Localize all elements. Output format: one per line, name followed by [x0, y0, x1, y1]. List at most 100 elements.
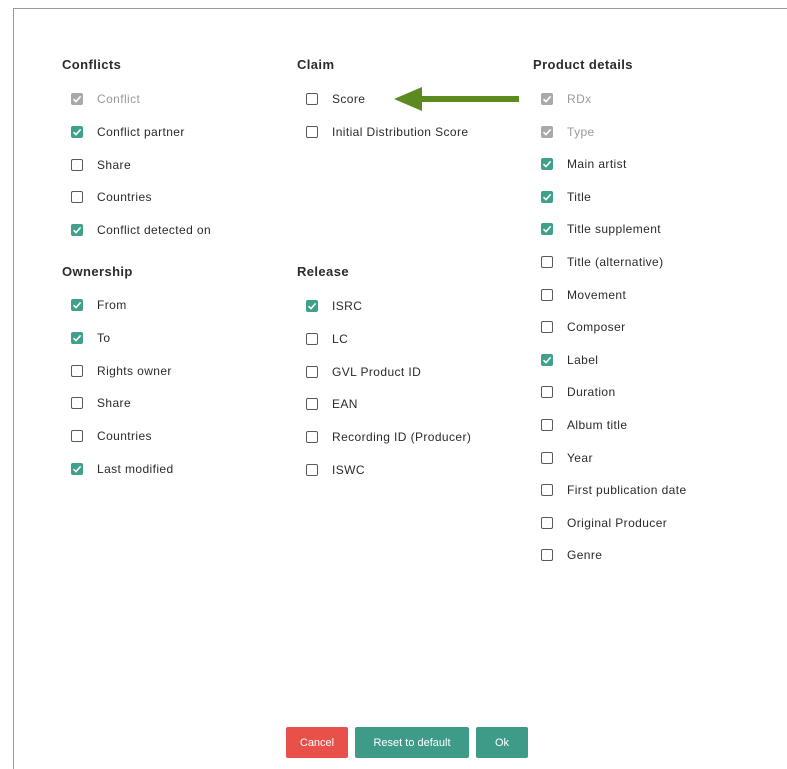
checkbox-row-conflicts-conflict-partner[interactable]: Conflict partner [71, 123, 185, 141]
checkbox-label: First publication date [567, 483, 687, 498]
checkbox-row-release-lc[interactable]: LC [306, 330, 348, 348]
checkbox-label: GVL Product ID [332, 364, 422, 379]
checkbox-label: Album title [567, 418, 628, 432]
checkbox-label: Label [567, 352, 599, 367]
checkbox-label: Main artist [567, 157, 627, 172]
checkbox-row-release-recording-id-producer[interactable]: Recording ID (Producer) [306, 428, 471, 446]
checkbox-row-product-details-first-publication-date[interactable]: First publication date [541, 481, 687, 499]
checkbox-label: EAN [332, 397, 358, 412]
checkbox-label: Share [97, 157, 132, 172]
checkbox[interactable] [541, 158, 553, 171]
checkbox-label: Conflict detected on [97, 223, 212, 238]
checkbox-label: Year [567, 450, 593, 465]
reset-to-default-button[interactable]: Reset to default [355, 727, 469, 758]
ok-button[interactable]: Ok [476, 727, 528, 758]
checkbox-label: To [97, 330, 111, 345]
checkbox-row-product-details-original-producer[interactable]: Original Producer [541, 514, 667, 532]
checkbox-label: Share [97, 396, 132, 411]
checkbox-row-ownership-from[interactable]: From [71, 296, 127, 314]
checkbox-label: Score [332, 92, 366, 106]
checkbox-row-product-details-label[interactable]: Label [541, 351, 598, 369]
checkbox-row-release-isrc[interactable]: ISRC [306, 297, 362, 315]
checkbox[interactable] [71, 224, 83, 237]
checkbox-row-product-details-year[interactable]: Year [541, 449, 593, 467]
group-title-release: Release [297, 264, 349, 279]
checkbox[interactable] [71, 364, 83, 377]
checkbox-label: ISRC [332, 299, 363, 313]
checkmark-icon [72, 95, 82, 103]
checkbox[interactable] [541, 256, 553, 268]
checkbox[interactable] [71, 191, 83, 204]
checkbox-row-product-details-main-artist[interactable]: Main artist [541, 155, 627, 173]
checkbox[interactable] [71, 125, 83, 138]
checkbox-label: RDx [567, 92, 592, 106]
checkbox-row-conflicts-countries[interactable]: Countries [71, 188, 152, 206]
checkbox[interactable] [541, 516, 553, 529]
checkbox-row-product-details-title-alternative[interactable]: Title (alternative) [541, 253, 664, 271]
checkbox[interactable] [541, 386, 553, 399]
checkmark-icon [72, 301, 82, 309]
checkbox-row-product-details-title-supplement[interactable]: Title supplement [541, 220, 661, 238]
checkmark-icon [72, 465, 82, 473]
checkbox-row-claim-score[interactable]: Score [306, 90, 365, 108]
checkbox-row-conflicts-share[interactable]: Share [71, 156, 131, 174]
checkbox[interactable] [306, 398, 318, 411]
checkmark-icon [542, 161, 552, 168]
checkbox[interactable] [306, 125, 318, 138]
checkbox-row-product-details-album-title[interactable]: Album title [541, 416, 627, 434]
cancel-button[interactable]: Cancel [286, 727, 348, 758]
checkbox-row-release-ean[interactable]: EAN [306, 395, 358, 413]
checkbox[interactable] [541, 451, 553, 464]
checkbox[interactable] [71, 463, 83, 475]
checkbox[interactable] [71, 397, 83, 410]
checkbox[interactable] [541, 190, 553, 203]
checkbox[interactable] [541, 288, 553, 301]
checkbox[interactable] [306, 365, 318, 378]
checkbox [541, 93, 553, 105]
checkmark-icon [542, 356, 552, 364]
checkmark-icon [72, 227, 82, 234]
checkbox-row-ownership-to[interactable]: To [71, 329, 110, 347]
checkbox-label: Genre [567, 548, 603, 563]
checkbox [71, 93, 83, 105]
checkbox[interactable] [306, 300, 318, 312]
checkbox-label: LC [332, 331, 349, 346]
checkbox-row-ownership-last-modified[interactable]: Last modified [71, 460, 174, 478]
checkbox-row-release-iswc[interactable]: ISWC [306, 461, 365, 479]
group-title-product-details: Product details [533, 57, 633, 72]
checkbox-row-ownership-countries[interactable]: Countries [71, 427, 152, 445]
checkbox[interactable] [306, 332, 318, 345]
checkmark-icon [72, 128, 82, 136]
checkbox-label: Conflict [97, 92, 141, 106]
checkbox[interactable] [306, 93, 318, 105]
checkbox[interactable] [541, 419, 553, 431]
checkmark-icon [542, 193, 552, 201]
arrow-left-icon [394, 87, 519, 111]
checkbox[interactable] [306, 431, 318, 444]
checkbox-label: Title (alternative) [567, 255, 664, 269]
checkbox-label: Recording ID (Producer) [332, 430, 472, 445]
checkbox[interactable] [71, 331, 83, 344]
checkbox-row-product-details-duration[interactable]: Duration [541, 383, 616, 401]
checkbox-row-product-details-composer[interactable]: Composer [541, 318, 626, 336]
checkbox-row-ownership-rights-owner[interactable]: Rights owner [71, 362, 172, 380]
checkbox[interactable] [541, 353, 553, 366]
checkbox-row-release-gvl-product-id[interactable]: GVL Product ID [306, 363, 421, 381]
checkbox-row-ownership-share[interactable]: Share [71, 394, 131, 412]
checkbox-label: Countries [97, 190, 152, 205]
checkbox[interactable] [71, 158, 83, 171]
checkbox-row-product-details-movement[interactable]: Movement [541, 286, 626, 304]
checkbox[interactable] [541, 484, 553, 497]
checkbox-label: Composer [567, 320, 626, 335]
checkbox[interactable] [71, 299, 83, 311]
checkbox[interactable] [71, 430, 83, 443]
checkbox-row-product-details-genre[interactable]: Genre [541, 546, 602, 564]
checkbox[interactable] [541, 321, 553, 334]
checkbox-label: Title supplement [567, 222, 661, 237]
checkbox-row-claim-initial-distribution-score[interactable]: Initial Distribution Score [306, 123, 468, 141]
checkbox-row-conflicts-conflict-detected-on[interactable]: Conflict detected on [71, 221, 211, 239]
checkbox[interactable] [541, 223, 553, 236]
checkbox-row-product-details-title[interactable]: Title [541, 188, 591, 206]
checkbox[interactable] [306, 464, 318, 476]
checkbox[interactable] [541, 549, 553, 562]
